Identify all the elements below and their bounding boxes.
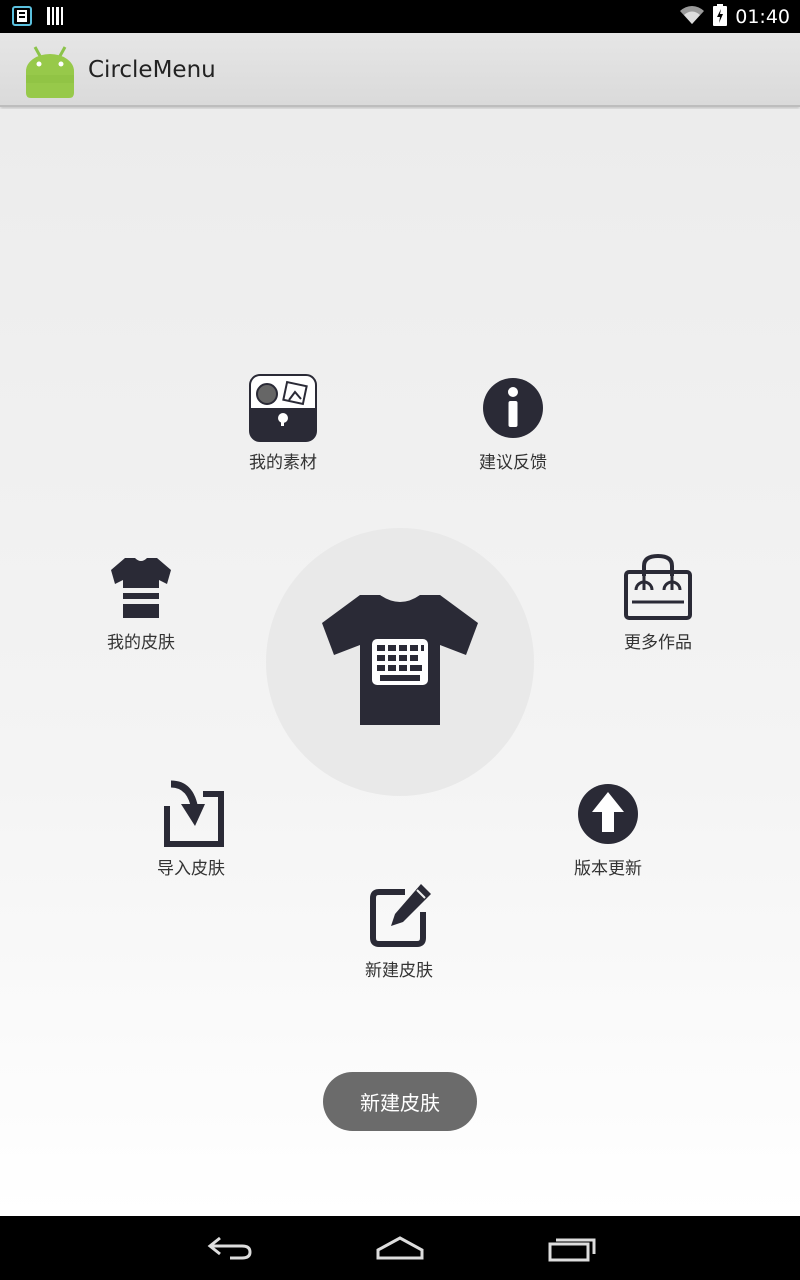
materials-icon — [249, 374, 317, 442]
menu-label-new-skin: 新建皮肤 — [365, 961, 433, 981]
android-robot-icon[interactable] — [22, 43, 78, 99]
edit-icon — [365, 882, 433, 950]
barcode-icon — [46, 6, 64, 30]
wifi-icon — [679, 5, 705, 29]
center-menu-button[interactable] — [266, 528, 534, 796]
shirt-icon — [107, 554, 175, 622]
menu-label-update: 版本更新 — [574, 859, 642, 879]
menu-label-my-skins: 我的皮肤 — [107, 633, 175, 653]
menu-item-materials[interactable]: 我的素材 — [240, 374, 326, 473]
shopping-bag-icon — [624, 554, 692, 622]
new-skin-toast: 新建皮肤 — [323, 1072, 477, 1131]
menu-item-update[interactable]: 版本更新 — [562, 780, 654, 879]
notification-icon — [12, 6, 32, 30]
back-icon[interactable] — [200, 1230, 260, 1266]
menu-item-my-skins[interactable]: 我的皮肤 — [96, 554, 186, 653]
menu-item-new-skin[interactable]: 新建皮肤 — [354, 882, 444, 981]
menu-label-feedback: 建议反馈 — [479, 453, 547, 473]
home-icon[interactable] — [370, 1230, 430, 1266]
menu-item-more-works[interactable]: 更多作品 — [612, 554, 704, 653]
battery-charging-icon — [713, 4, 728, 30]
app-title: CircleMenu — [88, 57, 216, 83]
status-time: 01:40 — [735, 6, 790, 28]
recents-icon[interactable] — [542, 1230, 602, 1266]
upload-arrow-icon — [574, 780, 642, 848]
info-icon — [479, 374, 547, 442]
import-icon — [157, 780, 225, 848]
navigation-bar — [0, 1216, 800, 1280]
menu-label-import-skin: 导入皮肤 — [157, 859, 225, 879]
menu-label-more-works: 更多作品 — [624, 633, 692, 653]
menu-label-materials: 我的素材 — [249, 453, 317, 473]
action-bar: CircleMenu — [0, 33, 800, 107]
menu-item-import-skin[interactable]: 导入皮肤 — [146, 780, 236, 879]
status-bar: 01:40 — [0, 0, 800, 33]
tshirt-keyboard-icon — [320, 593, 480, 731]
menu-item-feedback[interactable]: 建议反馈 — [470, 374, 556, 473]
